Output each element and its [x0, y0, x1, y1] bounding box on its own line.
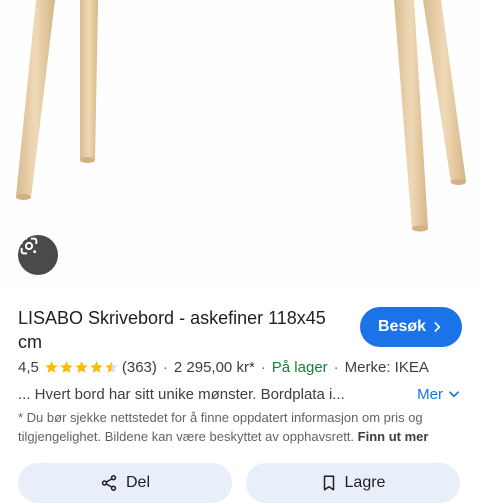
separator: ·: [333, 358, 339, 376]
desk-leg: [80, 0, 98, 160]
separator: ·: [162, 358, 168, 376]
separator: ·: [260, 358, 266, 376]
learn-more-link[interactable]: Finn ut mer: [358, 429, 429, 444]
save-label: Lagre: [344, 474, 386, 491]
share-label: Del: [125, 474, 150, 491]
desk-legs-illustration: [16, 0, 466, 232]
save-button[interactable]: Lagre: [246, 463, 460, 503]
desk-leg: [16, 0, 55, 198]
availability-status: På lager: [271, 358, 328, 376]
star-icon: [75, 360, 88, 373]
star-icon: [90, 360, 103, 373]
share-button[interactable]: Del: [18, 463, 232, 503]
star-icon: [105, 360, 118, 373]
star-icon: [60, 360, 73, 373]
chevron-down-icon: [449, 391, 459, 398]
product-description: ... Hvert bord har sitt unike mønster. B…: [18, 385, 345, 403]
product-title[interactable]: LISABO Skrivebord - askefiner 118x45 cm: [18, 306, 353, 354]
bookmark-icon: [323, 475, 334, 491]
product-image[interactable]: [0, 0, 480, 292]
visit-button-label: Besøk: [377, 318, 427, 335]
disclaimer: * Du bør sjekke nettstedet for å finne o…: [18, 408, 458, 446]
share-icon: [101, 475, 117, 491]
rating-stars: [44, 360, 119, 375]
more-label: Mer: [417, 385, 443, 403]
description-row: ... Hvert bord har sitt unike mønster. B…: [18, 383, 473, 405]
brand: Merke: IKEA: [344, 358, 429, 376]
desk-leg: [423, 0, 466, 183]
google-lens-icon: [20, 237, 38, 255]
rating-value: 4,5: [18, 358, 39, 376]
product-meta-row: 4,5 (363) · 2 295,00 kr* · På lager · Me…: [18, 356, 473, 378]
star-icon: [45, 360, 58, 373]
more-button[interactable]: Mer: [417, 386, 461, 403]
chevron-right-icon: [434, 322, 441, 332]
visit-button[interactable]: Besøk: [360, 307, 462, 347]
desk-leg: [394, 0, 428, 229]
price: 2 295,00 kr*: [173, 358, 255, 376]
lens-search-button[interactable]: [18, 235, 58, 275]
review-count[interactable]: (363): [122, 359, 157, 376]
